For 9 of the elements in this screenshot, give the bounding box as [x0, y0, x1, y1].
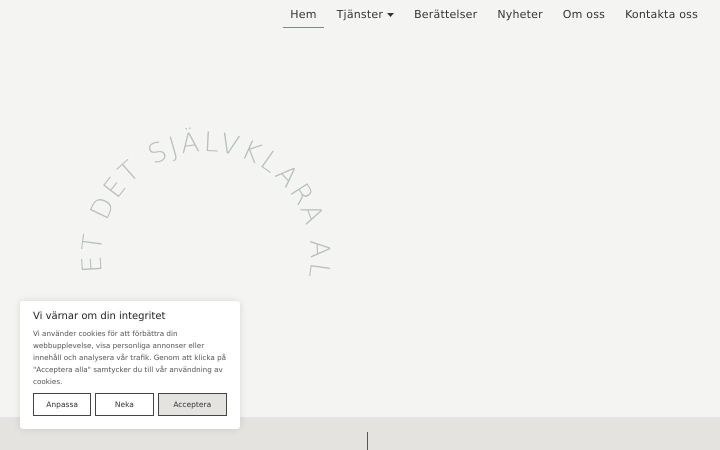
nav-link[interactable]: Hem — [283, 0, 324, 28]
caret-icon — [387, 13, 394, 17]
nav-link[interactable]: Berättelser — [407, 0, 484, 28]
nav-link[interactable]: Tjänster — [330, 0, 402, 28]
divider-line — [367, 432, 368, 450]
nav-link[interactable]: Kontakta oss — [618, 0, 705, 28]
banner-title: Vi värnar om din integritet — [33, 310, 166, 324]
nav-link[interactable]: Nyheter — [490, 0, 550, 28]
nav-link[interactable]: Om oss — [556, 0, 612, 28]
